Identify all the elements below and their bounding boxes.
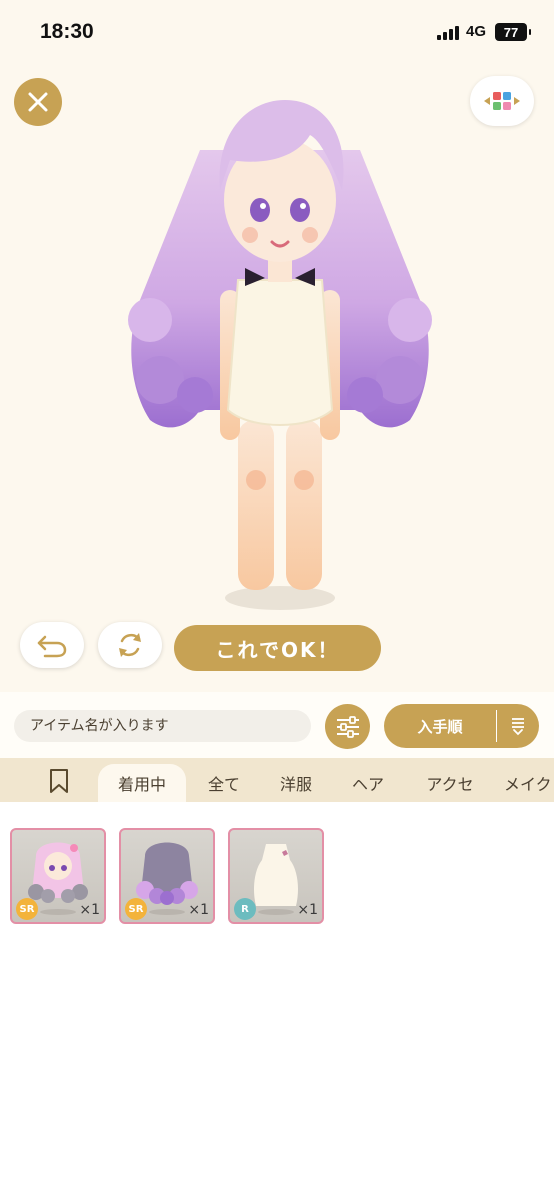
battery-icon: 77 xyxy=(495,23,531,41)
avatar-character xyxy=(128,100,432,610)
close-icon xyxy=(28,92,48,112)
layout-toggle-button[interactable] xyxy=(470,76,534,126)
item-card-hair-pink[interactable]: SR ×1 xyxy=(10,828,106,924)
status-time: 18:30 xyxy=(40,20,94,43)
grid-arrows-icon xyxy=(484,92,520,110)
item-card-dress-white[interactable]: R ×1 xyxy=(228,828,324,924)
undo-icon xyxy=(37,635,67,658)
refresh-icon xyxy=(119,633,141,657)
sort-order-icon[interactable] xyxy=(497,716,539,736)
rarity-badge: SR xyxy=(16,898,38,920)
undo-button[interactable] xyxy=(20,622,84,668)
sliders-icon xyxy=(336,715,359,738)
tab-all[interactable]: 全て xyxy=(196,764,252,802)
item-search-input[interactable] xyxy=(14,710,311,742)
item-quantity: ×1 xyxy=(188,902,209,918)
search-bar: 入手順 xyxy=(0,692,554,758)
filter-button[interactable] xyxy=(325,704,370,749)
bookmark-icon xyxy=(50,769,68,793)
tab-hair[interactable]: ヘア xyxy=(340,764,396,802)
reset-button[interactable] xyxy=(98,622,162,668)
tab-clothes[interactable]: 洋服 xyxy=(268,764,324,802)
item-card-hair-purple[interactable]: SR ×1 xyxy=(119,828,215,924)
tab-makeup[interactable]: メイク xyxy=(504,764,554,802)
item-quantity: ×1 xyxy=(297,902,318,918)
tab-wearing[interactable]: 着用中 xyxy=(98,764,186,802)
category-tabs: 着用中 全て 洋服 ヘア アクセ メイク xyxy=(0,758,554,802)
item-quantity: ×1 xyxy=(79,902,100,918)
signal-icon xyxy=(437,26,459,40)
network-type: 4G xyxy=(466,23,487,40)
bookmark-tab[interactable] xyxy=(48,768,70,798)
item-grid: SR ×1 SR ×1 R ×1 xyxy=(0,802,554,1199)
avatar-preview-area: 18:30 4G 77 これでOK！ xyxy=(0,0,554,692)
rarity-badge: SR xyxy=(125,898,147,920)
rarity-badge: R xyxy=(234,898,256,920)
status-bar: 18:30 4G 77 xyxy=(0,0,554,60)
confirm-ok-button[interactable]: これでOK！ xyxy=(174,625,381,671)
close-button[interactable] xyxy=(14,78,62,126)
sort-button[interactable]: 入手順 xyxy=(384,704,539,748)
sort-label: 入手順 xyxy=(417,717,463,736)
tab-accessories[interactable]: アクセ xyxy=(412,764,488,802)
